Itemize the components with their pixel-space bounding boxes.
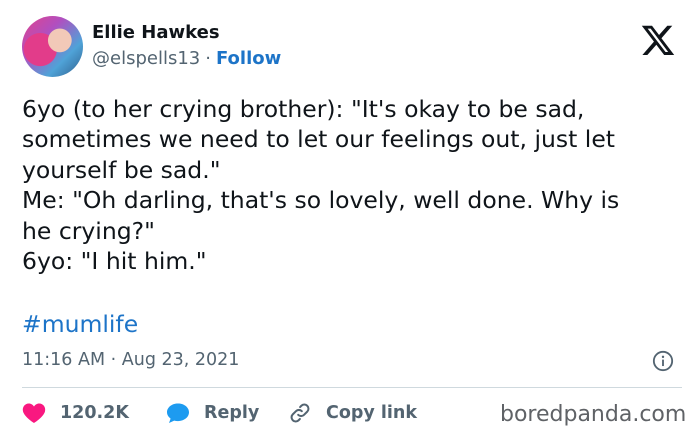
heart-icon	[22, 403, 46, 423]
user-handle[interactable]: @elspells13	[92, 48, 200, 69]
handle-row: @elspells13 · Follow	[92, 48, 281, 69]
reply-label: Reply	[204, 403, 260, 423]
tweet-line: 6yo: "I hit him."	[22, 246, 207, 275]
x-logo-icon[interactable]	[640, 22, 676, 58]
tweet-line: Me: "Oh darling, that's so lovely, well …	[22, 186, 620, 215]
reply-bubble-icon	[167, 403, 189, 423]
tweet-line: he crying?"	[22, 216, 155, 245]
tweet-line: 6yo (to her crying brother): "It's okay …	[22, 95, 585, 123]
tweet-timestamp[interactable]: 11:16 AM · Aug 23, 2021	[22, 350, 239, 370]
copy-link-button[interactable]: Copy link	[288, 398, 417, 428]
tweet-card: Ellie Hawkes @elspells13 · Follow 6yo (to …	[0, 0, 700, 440]
tweet-line: sometimes we need to let our feelings ou…	[22, 125, 616, 154]
avatar[interactable]	[22, 16, 83, 77]
follow-button[interactable]: Follow	[216, 48, 281, 69]
info-icon[interactable]	[652, 350, 674, 372]
link-icon	[290, 403, 310, 423]
like-count: 120.2K	[60, 403, 129, 423]
handle-separator: ·	[205, 48, 211, 69]
hashtag-link[interactable]: #mumlife	[22, 310, 138, 338]
user-name[interactable]: Ellie Hawkes	[92, 22, 220, 43]
tweet-line: yourself be sad."	[22, 155, 221, 184]
actions-divider	[22, 387, 682, 388]
like-button[interactable]: 120.2K	[22, 398, 129, 428]
tweet-text: 6yo (to her crying brother): "It's okay …	[22, 94, 682, 276]
watermark: boredpanda.com	[500, 402, 687, 427]
copy-link-label: Copy link	[326, 403, 417, 423]
reply-button[interactable]: Reply	[166, 398, 259, 428]
